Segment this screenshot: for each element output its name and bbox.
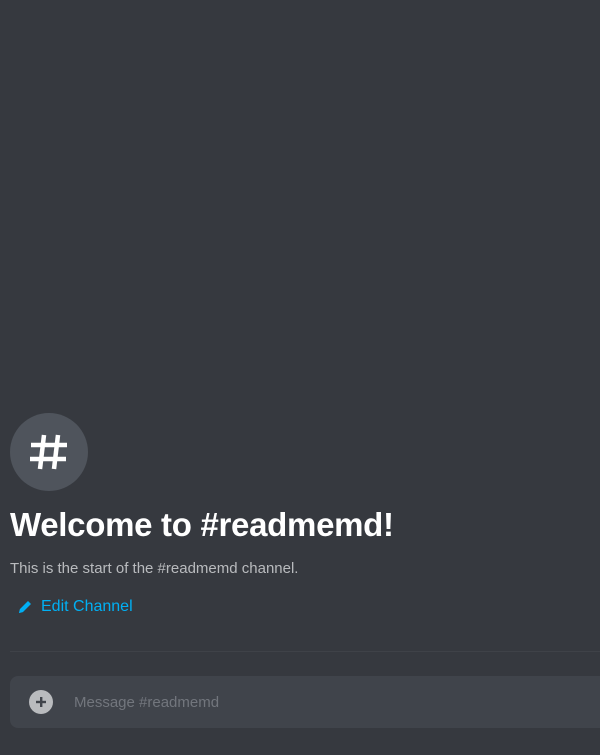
divider <box>10 651 600 652</box>
message-composer <box>10 676 600 728</box>
welcome-subtitle: This is the start of the #readmemd chann… <box>10 560 299 578</box>
message-input[interactable] <box>74 693 600 711</box>
edit-channel-link[interactable]: Edit Channel <box>17 598 133 616</box>
hashtag-icon <box>30 434 67 470</box>
plus-icon <box>36 697 46 707</box>
welcome-title: Welcome to #readmemd! <box>10 506 394 543</box>
pencil-icon <box>19 601 31 614</box>
chat-view: Welcome to #readmemd! This is the start … <box>0 0 600 755</box>
edit-channel-label: Edit Channel <box>41 598 133 616</box>
channel-welcome: Welcome to #readmemd! This is the start … <box>10 413 590 620</box>
channel-avatar <box>10 413 88 491</box>
add-attachment-button[interactable] <box>29 690 53 714</box>
